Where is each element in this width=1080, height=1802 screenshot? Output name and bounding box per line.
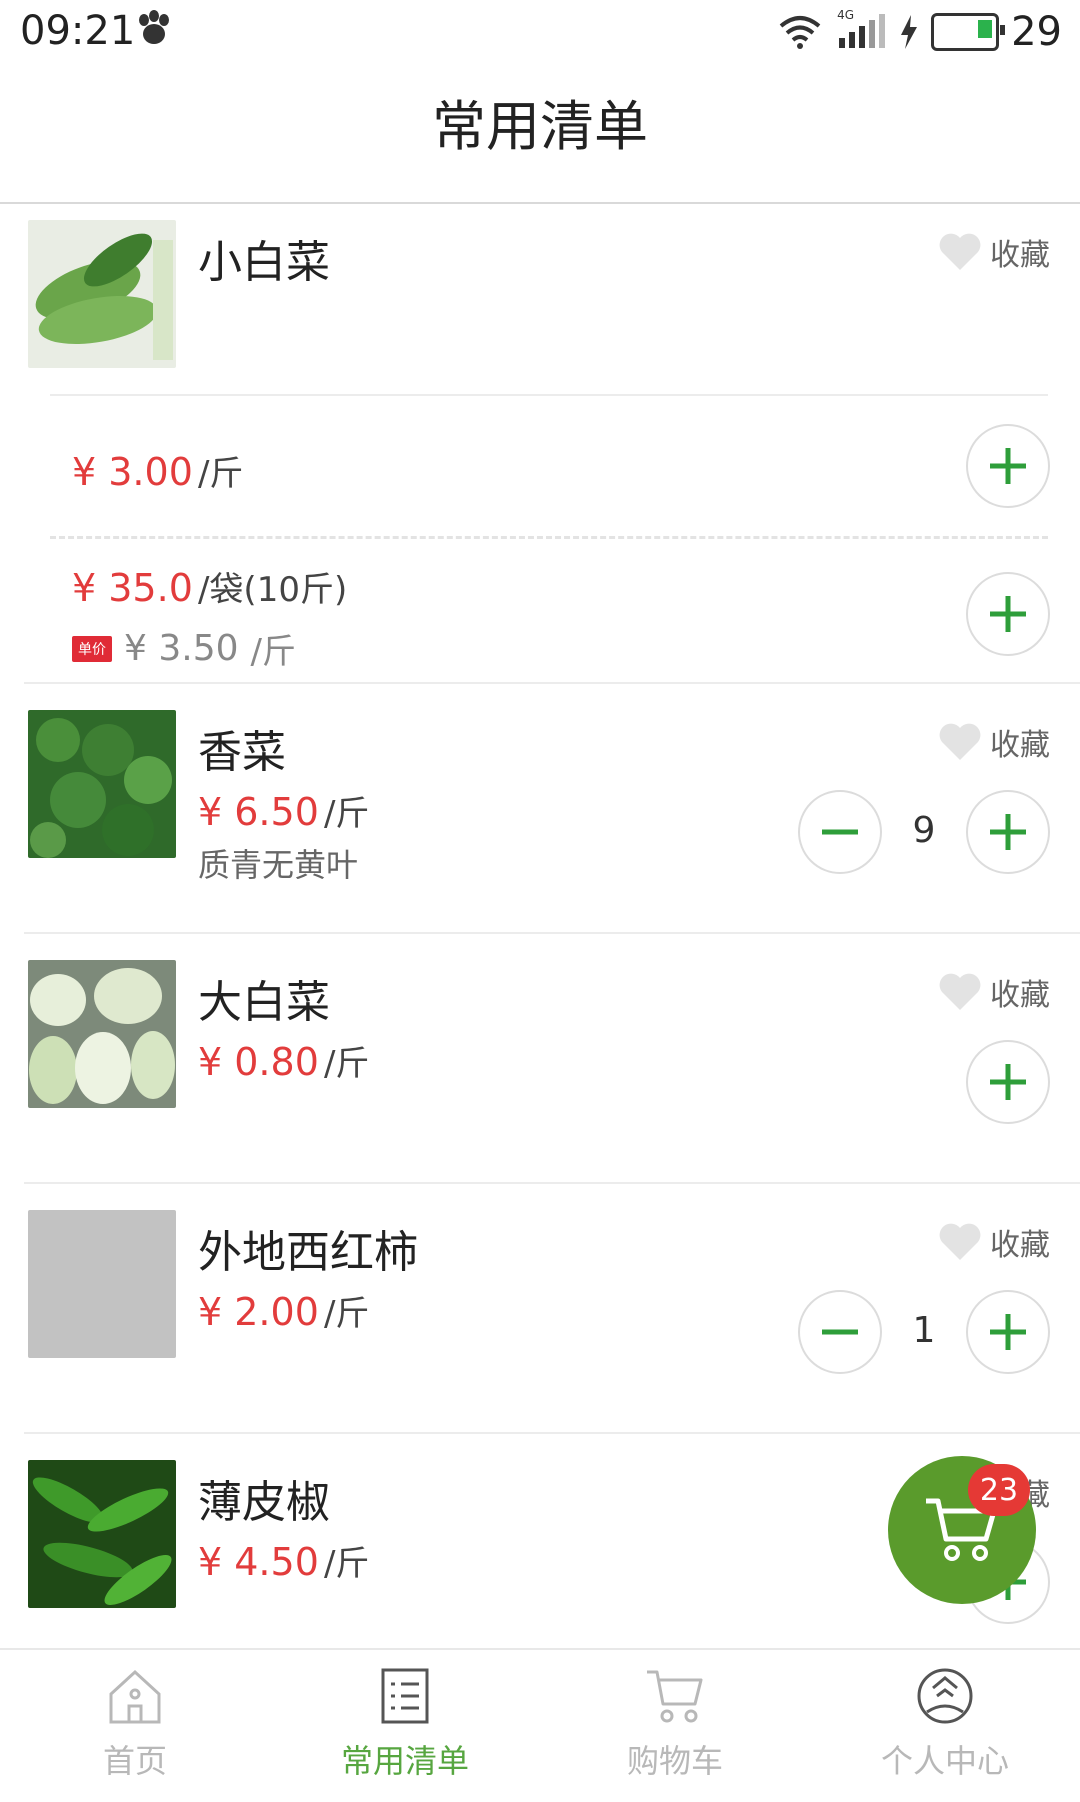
profile-icon bbox=[917, 1668, 973, 1724]
price-row: ¥ 4.50 /斤 bbox=[198, 1536, 369, 1585]
product-price: ¥ 0.80 bbox=[198, 1040, 319, 1084]
unit-price-tag: 单价 bbox=[72, 635, 112, 662]
favorite-label: 收藏 bbox=[990, 1228, 1050, 1263]
product-name: 香菜 bbox=[198, 727, 286, 778]
divider bbox=[24, 682, 1080, 684]
add-button[interactable] bbox=[966, 1290, 1050, 1374]
heart-icon bbox=[939, 973, 981, 1010]
favorite-label: 收藏 bbox=[990, 238, 1050, 273]
nav-label: 个人中心 bbox=[880, 1742, 1009, 1780]
nav-list[interactable]: 常用清单 bbox=[270, 1664, 540, 1782]
heart-icon bbox=[939, 233, 981, 270]
product-image-bok-choy[interactable] bbox=[28, 220, 176, 368]
product-image-placeholder[interactable] bbox=[28, 1210, 176, 1358]
price-row: ¥ 0.80 /斤 bbox=[198, 1036, 369, 1085]
minus-icon bbox=[822, 1329, 858, 1335]
charging-icon bbox=[901, 15, 918, 49]
bottom-nav: 首页 常用清单 购物车 个人中心 bbox=[0, 1648, 1080, 1802]
product-unit: /斤 bbox=[323, 1544, 370, 1584]
wifi-icon bbox=[779, 16, 821, 49]
list-icon bbox=[381, 1668, 429, 1724]
favorite-label: 收藏 bbox=[990, 978, 1050, 1013]
product-unit: /斤 bbox=[323, 1294, 370, 1334]
dashed-divider bbox=[50, 536, 1048, 539]
favorite-button[interactable]: 收藏 bbox=[938, 720, 1050, 764]
product-image-cilantro[interactable] bbox=[28, 710, 176, 858]
unit-price-row: 单价 ¥ 3.50 /斤 bbox=[72, 624, 296, 673]
status-time: 09:21 bbox=[20, 8, 136, 54]
unit-price-unit: /斤 bbox=[250, 632, 296, 672]
price-row: ¥ 6.50 /斤 bbox=[198, 786, 369, 835]
cart-count-badge: 23 bbox=[968, 1464, 1030, 1516]
battery-percent: 29 bbox=[1011, 9, 1062, 55]
divider bbox=[50, 394, 1048, 396]
add-button[interactable] bbox=[966, 1040, 1050, 1124]
baidu-paw-icon bbox=[139, 10, 169, 44]
favorite-button[interactable]: 收藏 bbox=[938, 970, 1050, 1014]
home-icon bbox=[109, 1669, 161, 1724]
product-unit: /斤 bbox=[323, 1044, 370, 1084]
product-price: ¥ 2.00 bbox=[198, 1290, 319, 1334]
status-indicators: 4G 29 bbox=[777, 8, 1062, 56]
offer-unit: /袋(10斤) bbox=[197, 570, 348, 610]
product-name: 小白菜 bbox=[198, 237, 330, 288]
divider bbox=[24, 932, 1080, 934]
quantity-value: 9 bbox=[912, 810, 936, 851]
heart-icon bbox=[939, 1223, 981, 1260]
divider bbox=[24, 1432, 1080, 1434]
page-title: 常用清单 bbox=[432, 95, 648, 158]
plus-icon bbox=[990, 448, 1026, 484]
favorite-button[interactable]: 收藏 bbox=[938, 1220, 1050, 1264]
offer-row: ¥ 35.0 /袋(10斤) bbox=[72, 562, 347, 611]
unit-price: ¥ 3.50 bbox=[124, 628, 239, 669]
product-image-green-pepper[interactable] bbox=[28, 1460, 176, 1608]
product-unit: /斤 bbox=[323, 794, 370, 834]
nav-label: 购物车 bbox=[626, 1742, 723, 1780]
product-name: 薄皮椒 bbox=[198, 1477, 330, 1528]
quantity-value: 1 bbox=[912, 1310, 936, 1351]
heart-icon bbox=[939, 723, 981, 760]
favorite-button[interactable]: 收藏 bbox=[938, 230, 1050, 274]
offer-unit: /斤 bbox=[197, 454, 244, 494]
product-description: 质青无黄叶 bbox=[198, 846, 359, 884]
product-price: ¥ 6.50 bbox=[198, 790, 319, 834]
nav-label: 常用清单 bbox=[340, 1742, 469, 1780]
nav-label: 首页 bbox=[102, 1742, 167, 1780]
plus-icon bbox=[990, 596, 1026, 632]
product-name: 大白菜 bbox=[198, 977, 330, 1028]
add-button[interactable] bbox=[966, 424, 1050, 508]
nav-cart[interactable]: 购物车 bbox=[540, 1664, 810, 1782]
battery-icon bbox=[931, 13, 1006, 51]
header-divider bbox=[0, 202, 1080, 204]
plus-icon bbox=[990, 1314, 1026, 1350]
offer-row: ¥ 3.00 /斤 bbox=[72, 446, 243, 495]
plus-icon bbox=[990, 814, 1026, 850]
price-row: ¥ 2.00 /斤 bbox=[198, 1286, 369, 1335]
cart-icon bbox=[647, 1670, 703, 1723]
minus-button[interactable] bbox=[798, 790, 882, 874]
product-image-napa-cabbage[interactable] bbox=[28, 960, 176, 1108]
offer-price: ¥ 35.0 bbox=[72, 566, 193, 610]
add-button[interactable] bbox=[966, 790, 1050, 874]
add-button[interactable] bbox=[966, 572, 1050, 656]
minus-icon bbox=[822, 829, 858, 835]
favorite-label: 收藏 bbox=[990, 728, 1050, 763]
divider bbox=[24, 1182, 1080, 1184]
minus-button[interactable] bbox=[798, 1290, 882, 1374]
nav-home[interactable]: 首页 bbox=[0, 1664, 270, 1782]
offer-price: ¥ 3.00 bbox=[72, 450, 193, 494]
signal-icon: 4G bbox=[835, 8, 887, 52]
product-name: 外地西红柿 bbox=[198, 1227, 418, 1278]
plus-icon bbox=[990, 1064, 1026, 1100]
nav-profile[interactable]: 个人中心 bbox=[810, 1664, 1080, 1782]
product-price: ¥ 4.50 bbox=[198, 1540, 319, 1584]
